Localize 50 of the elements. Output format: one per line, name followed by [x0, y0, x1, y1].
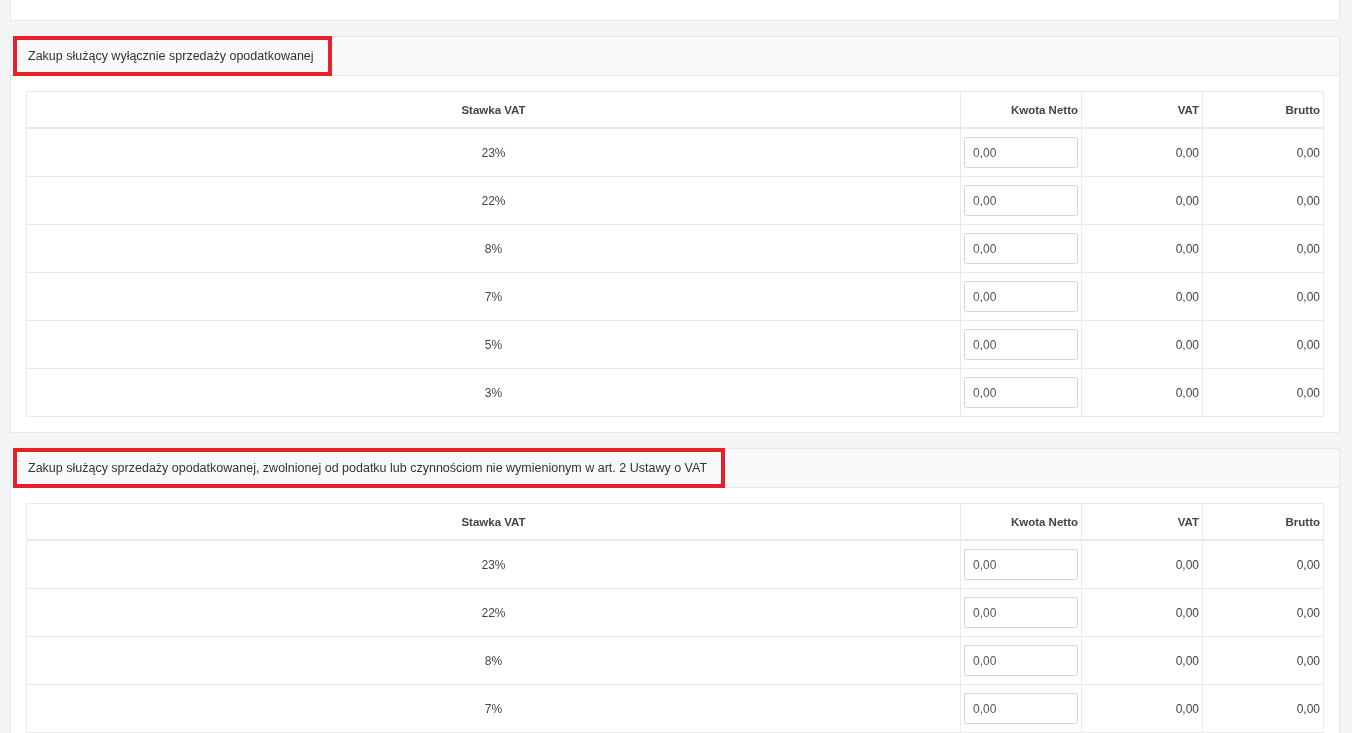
table-cell: 0,00: [1202, 636, 1324, 685]
table-cell: 0,00: [1202, 176, 1324, 225]
table-cell: 0,00: [1202, 224, 1324, 273]
net-amount-field[interactable]: 0,00: [964, 281, 1078, 312]
column-header: Brutto: [1202, 503, 1324, 540]
net-amount-field[interactable]: 0,00: [964, 693, 1078, 724]
table-cell: 8%: [26, 636, 961, 685]
column-header: VAT: [1081, 91, 1203, 128]
table-cell: 0,00: [1202, 320, 1324, 369]
column-header: Brutto: [1202, 91, 1324, 128]
table-cell: 0,00: [1081, 368, 1203, 417]
column-header: VAT: [1081, 503, 1203, 540]
table-cell: 0,00: [1081, 128, 1203, 177]
table-cell: 8%: [26, 224, 961, 273]
table-cell: 0,00: [1202, 540, 1324, 589]
table-cell: 22%: [26, 176, 961, 225]
table-cell: 23%: [26, 128, 961, 177]
column-header: Stawka VAT: [26, 503, 961, 540]
net-amount-field[interactable]: 0,00: [964, 185, 1078, 216]
net-amount-field[interactable]: 0,00: [964, 377, 1078, 408]
column-header: Kwota Netto: [960, 503, 1082, 540]
net-amount-field[interactable]: 0,00: [964, 329, 1078, 360]
table-cell: 0,00: [1081, 272, 1203, 321]
table-cell: 0,00: [1202, 588, 1324, 637]
net-amount-field[interactable]: 0,00: [964, 137, 1078, 168]
table-cell: 3%: [26, 368, 961, 417]
table-cell: 0,00: [1081, 636, 1203, 685]
section-title: Zakup służący wyłącznie sprzedaży opodatkowanej: [13, 36, 332, 76]
table-cell: 0,00: [1202, 128, 1324, 177]
table-cell: 0,00: [1081, 684, 1203, 733]
table-cell: 0,00: [1081, 224, 1203, 273]
section-title: Zakup służący sprzedaży opodatkowanej, zwolnionej od podatku lub czynnościom nie wymienionym w art. 2 Ustawy o VAT: [13, 448, 726, 488]
column-header: Stawka VAT: [26, 91, 961, 128]
table-cell: 0,00: [1081, 320, 1203, 369]
table-cell: 0,00: [1081, 176, 1203, 225]
net-amount-field[interactable]: 0,00: [964, 233, 1078, 264]
table-cell: 22%: [26, 588, 961, 637]
column-header: Kwota Netto: [960, 91, 1082, 128]
table-cell: 7%: [26, 684, 961, 733]
net-amount-field[interactable]: 0,00: [964, 549, 1078, 580]
table-cell: 0,00: [1202, 684, 1324, 733]
table-cell: 23%: [26, 540, 961, 589]
table-cell: 5%: [26, 320, 961, 369]
table-cell: 0,00: [1081, 588, 1203, 637]
table-cell: 0,00: [1202, 272, 1324, 321]
table-cell: 0,00: [1081, 540, 1203, 589]
net-amount-field[interactable]: 0,00: [964, 645, 1078, 676]
net-amount-field[interactable]: 0,00: [964, 597, 1078, 628]
table-cell: 7%: [26, 272, 961, 321]
table-cell: 0,00: [1202, 368, 1324, 417]
